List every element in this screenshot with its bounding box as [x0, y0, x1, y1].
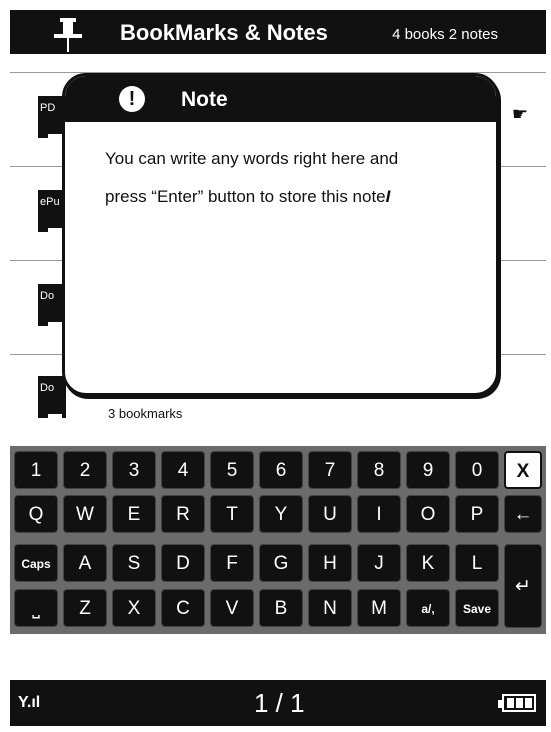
note-title: Note	[181, 88, 228, 111]
pushpin-icon	[54, 18, 82, 52]
battery-icon	[498, 694, 536, 712]
key-0[interactable]: 0	[455, 451, 499, 489]
key-i[interactable]: I	[357, 495, 401, 533]
key-1[interactable]: 1	[14, 451, 58, 489]
key-o[interactable]: O	[406, 495, 450, 533]
key-z[interactable]: Z	[63, 589, 107, 627]
key-2[interactable]: 2	[63, 451, 107, 489]
key-v[interactable]: V	[210, 589, 254, 627]
key-h[interactable]: H	[308, 544, 352, 582]
text-caret: I	[385, 187, 391, 206]
bookmark-count: 3 bookmarks	[108, 406, 183, 421]
key-f[interactable]: F	[210, 544, 254, 582]
note-line: press “Enter” button to store this note	[105, 187, 386, 206]
key-5[interactable]: 5	[210, 451, 254, 489]
key-u[interactable]: U	[308, 495, 352, 533]
key-3[interactable]: 3	[112, 451, 156, 489]
on-screen-keyboard: 1 2 3 4 5 6 7 8 9 0 X Q W E R T Y U I O …	[10, 446, 546, 634]
key-d[interactable]: D	[161, 544, 205, 582]
key-l[interactable]: L	[455, 544, 499, 582]
key-m[interactable]: M	[357, 589, 401, 627]
key-t[interactable]: T	[210, 495, 254, 533]
page-title: BookMarks & Notes	[120, 20, 328, 45]
save-button[interactable]: Save	[455, 589, 499, 627]
book-note-count: 4 books 2 notes	[392, 26, 498, 43]
key-a[interactable]: A	[63, 544, 107, 582]
exclamation-icon: !	[119, 86, 145, 112]
key-j[interactable]: J	[357, 544, 401, 582]
backspace-key[interactable]: ←	[504, 495, 542, 533]
key-7[interactable]: 7	[308, 451, 352, 489]
caps-key[interactable]: Caps	[14, 544, 58, 582]
app-header: BookMarks & Notes 4 books 2 notes	[10, 10, 546, 54]
key-k[interactable]: K	[406, 544, 450, 582]
enter-key[interactable]: ↵	[504, 544, 542, 628]
key-y[interactable]: Y	[259, 495, 303, 533]
close-keyboard-button[interactable]: X	[504, 451, 542, 489]
key-w[interactable]: W	[63, 495, 107, 533]
punctuation-key[interactable]: a/,	[406, 589, 450, 627]
key-8[interactable]: 8	[357, 451, 401, 489]
space-key[interactable]: ⎵	[14, 589, 58, 627]
status-bar: Y.ıl 1 / 1	[10, 680, 546, 726]
key-6[interactable]: 6	[259, 451, 303, 489]
page-indicator: 1 / 1	[254, 688, 305, 718]
note-dialog[interactable]: ! Note You can write any words right her…	[62, 73, 499, 396]
key-g[interactable]: G	[259, 544, 303, 582]
key-p[interactable]: P	[455, 495, 499, 533]
note-line: You can write any words right here and	[105, 149, 399, 168]
key-r[interactable]: R	[161, 495, 205, 533]
key-9[interactable]: 9	[406, 451, 450, 489]
pointer-hand-icon: ☛	[511, 104, 528, 124]
note-titlebar: ! Note	[65, 76, 496, 122]
key-x[interactable]: X	[112, 589, 156, 627]
key-b[interactable]: B	[259, 589, 303, 627]
note-text-area[interactable]: You can write any words right here and p…	[105, 140, 475, 216]
key-q[interactable]: Q	[14, 495, 58, 533]
key-4[interactable]: 4	[161, 451, 205, 489]
key-c[interactable]: C	[161, 589, 205, 627]
key-n[interactable]: N	[308, 589, 352, 627]
book-icon-doc[interactable]: Do	[38, 376, 66, 418]
key-s[interactable]: S	[112, 544, 156, 582]
key-e[interactable]: E	[112, 495, 156, 533]
signal-icon: Y.ıl	[18, 694, 41, 711]
